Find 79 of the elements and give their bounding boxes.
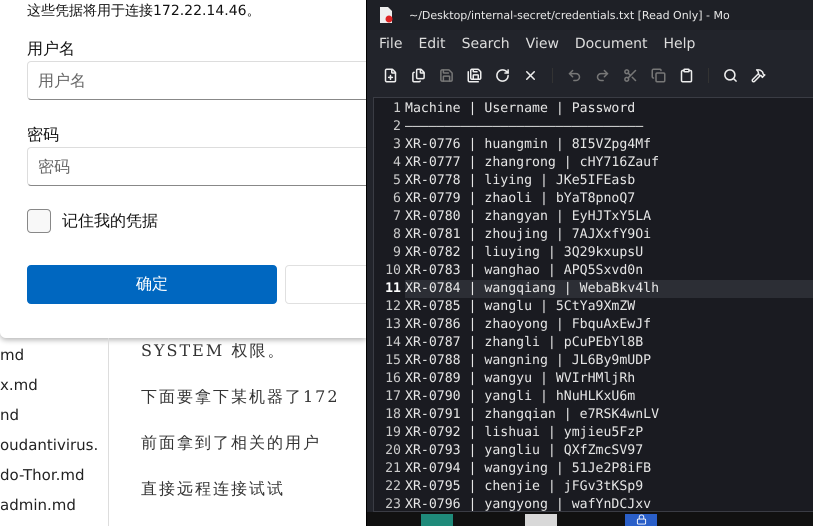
files-icon[interactable] — [411, 68, 426, 82]
clipboard-icon[interactable] — [679, 68, 694, 82]
code-line: —————————————————————————————— — [405, 118, 644, 136]
paragraph: 前面拿到了相关的用户 — [141, 432, 322, 454]
code-line: XR-0792 | lishuai | ymjieu5FzP — [405, 424, 644, 442]
save-all-icon[interactable] — [467, 68, 482, 82]
code-line: XR-0778 | liying | JKe5IFEasb — [405, 172, 636, 190]
line-number: 6 — [392, 190, 402, 208]
paragraph: 下面要拿下某机器了172 — [141, 386, 341, 408]
code-line: XR-0788 | wangning | JL6By9mUDP — [405, 352, 652, 370]
document-link[interactable]: nd — [0, 400, 108, 430]
line-number: 3 — [392, 136, 402, 154]
line-number: 15 — [384, 352, 402, 370]
checkbox[interactable] — [27, 209, 51, 233]
menu-item[interactable]: Search — [462, 36, 510, 52]
window-title: ~/Desktop/internal-secret/credentials.txt [Read Only] - Mo — [409, 8, 730, 22]
document-link[interactable]: md — [0, 340, 108, 370]
line-number: 7 — [392, 208, 402, 226]
line-number: 2 — [392, 118, 402, 136]
code-line: XR-0793 | yangliu | QXfZmcSV97 — [405, 442, 644, 460]
line-number: 18 — [384, 406, 402, 424]
checkbox-label: 记住我的凭据 — [62, 210, 158, 232]
code-line: XR-0783 | wanghao | APQ5Sxvd0n — [405, 262, 644, 280]
dialog-message: 这些凭据将用于连接172.22.14.46。 — [27, 2, 262, 20]
menu-item[interactable]: Document — [574, 36, 648, 52]
paragraph: SYSTEM 权限。 — [141, 340, 286, 362]
code-line: XR-0780 | zhangyan | EyHJTxY5LA — [405, 208, 652, 226]
line-number: 19 — [384, 424, 402, 442]
line-number: 12 — [384, 298, 402, 316]
input-field[interactable]: 用户名 — [27, 61, 366, 100]
menu-item[interactable]: View — [526, 36, 559, 52]
document-link[interactable]: x.md — [0, 370, 108, 400]
line-number: 1 — [392, 100, 402, 118]
code-line: XR-0779 | zhaoli | bYaT8pnoQ7 — [405, 190, 636, 208]
code-line: XR-0790 | yangli | hNuHLKxU6m — [405, 388, 636, 406]
code-line: XR-0791 | zhangqian | e7RSK4wnLV — [405, 406, 660, 424]
line-number: 11 — [384, 280, 402, 298]
code-line: Machine | Username | Password — [405, 100, 636, 118]
line-number: 10 — [384, 262, 402, 280]
document-link[interactable]: oudantivirus. — [0, 430, 108, 460]
taskbar-lock-icon[interactable] — [625, 514, 657, 526]
line-number: 23 — [384, 496, 402, 511]
paragraph: 直接远程连接试试 — [141, 478, 286, 500]
code-line: XR-0786 | zhaoyong | FbquAxEwJf — [405, 316, 652, 334]
code-line: XR-0776 | huangmin | 8I5VZpg4Mf — [405, 136, 652, 154]
code-line: XR-0789 | wangyu | WVIrHMljRh — [405, 370, 636, 388]
line-number: 5 — [392, 172, 402, 190]
new-file-icon[interactable] — [383, 68, 398, 82]
line-number: 4 — [392, 154, 402, 172]
code-line: XR-0782 | liuying | 3Q29kxupsU — [405, 244, 644, 262]
code-line: XR-0785 | wanglu | 5CtYa9XmZW — [405, 298, 636, 316]
code-line: XR-0795 | chenjie | jFGv3tKSp9 — [405, 478, 644, 496]
line-number: 14 — [384, 334, 402, 352]
code-line: XR-0787 | zhangli | pCuPEbYl8B — [405, 334, 644, 352]
reload-icon[interactable] — [495, 68, 510, 82]
line-number: 9 — [392, 244, 402, 262]
document-link[interactable]: admin.md — [0, 490, 108, 520]
menu-item[interactable]: Help — [663, 36, 696, 52]
search-icon[interactable] — [723, 68, 738, 82]
field-label: 密码 — [27, 124, 60, 146]
line-number: 8 — [392, 226, 402, 244]
field-label: 用户名 — [27, 38, 76, 60]
line-number: 16 — [384, 370, 402, 388]
input-field[interactable]: 密码 — [27, 147, 366, 186]
document-icon — [379, 7, 393, 23]
code-line: XR-0794 | wangying | 51Je2P8iFB — [405, 460, 652, 478]
confirm-button[interactable]: 确定 — [27, 265, 277, 304]
line-number: 17 — [384, 388, 402, 406]
hammer-icon[interactable] — [751, 68, 766, 82]
code-line: XR-0796 | yangyong | wafYnDCJxv — [405, 496, 652, 511]
line-number: 20 — [384, 442, 402, 460]
menu-item[interactable]: File — [379, 36, 402, 52]
line-number: 21 — [384, 460, 402, 478]
menu-item[interactable]: Edit — [418, 36, 446, 52]
line-number: 13 — [384, 316, 402, 334]
code-line: XR-0781 | zhoujing | 7AJXxfY9Oi — [405, 226, 652, 244]
code-line: XR-0777 | zhangrong | cHY716Zauf — [405, 154, 660, 172]
document-link[interactable]: do-Thor.md — [0, 460, 108, 490]
line-number: 22 — [384, 478, 402, 496]
